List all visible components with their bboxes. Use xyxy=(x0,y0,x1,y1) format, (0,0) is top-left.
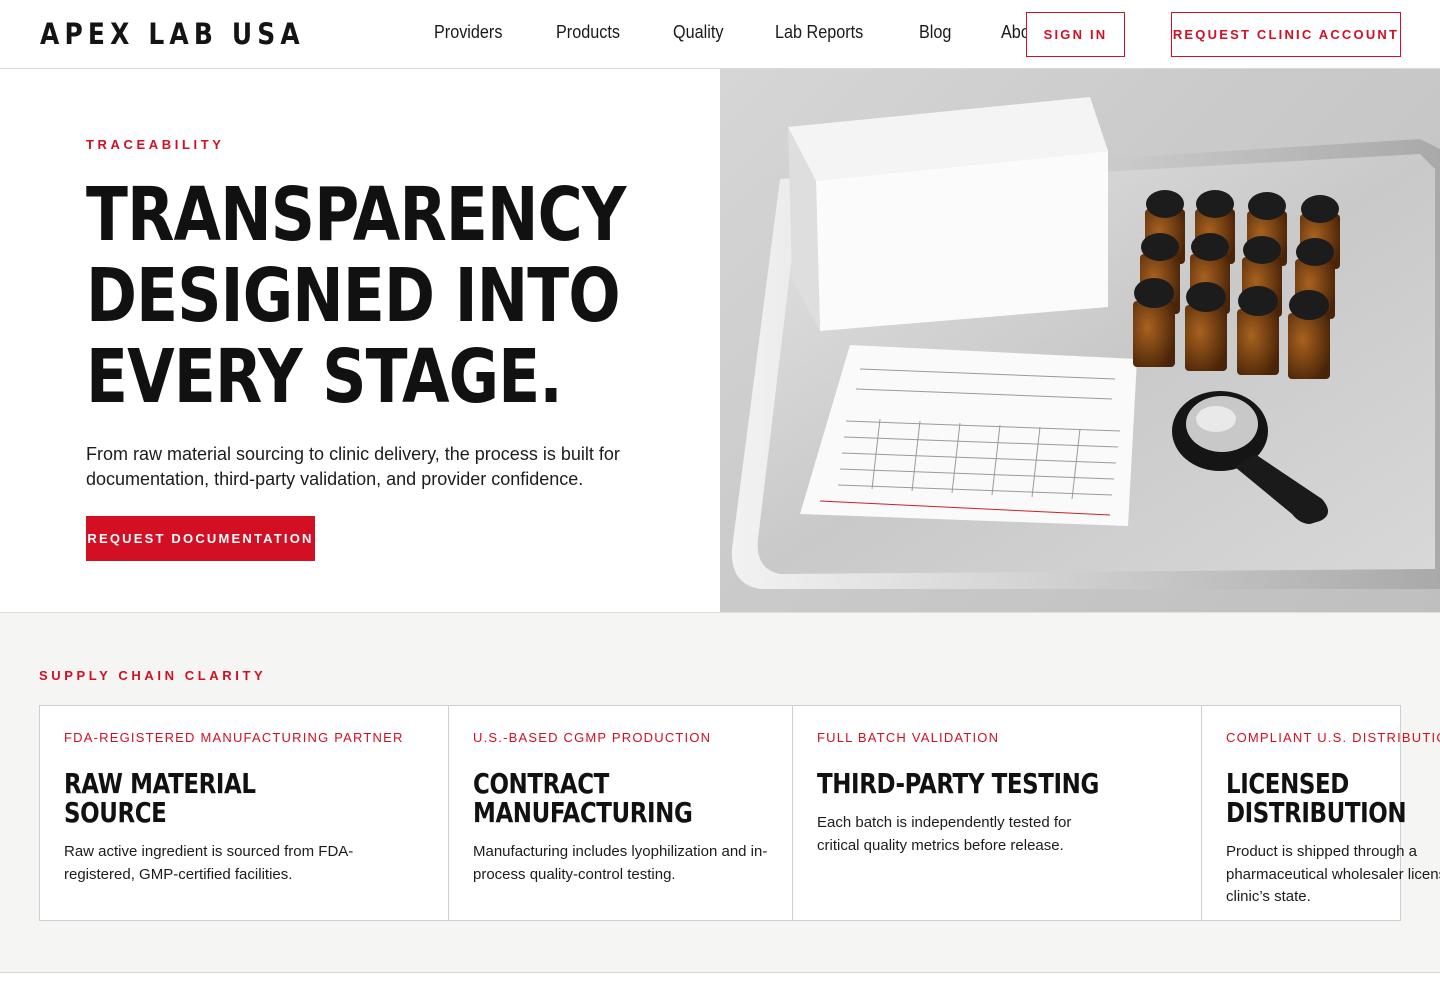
hero-eyebrow: TRACEABILITY xyxy=(86,137,225,152)
sign-in-button[interactable]: SIGN IN xyxy=(1026,12,1125,57)
hero-title-line-3: EVERY STAGE. xyxy=(86,334,563,420)
lab-tray-illustration xyxy=(731,97,1440,589)
card-title: THIRD-PARTY TESTING xyxy=(817,767,1099,800)
card-title: CONTRACT MANUFACTURING xyxy=(473,767,693,829)
card-raw-material-source: FDA-REGISTERED MANUFACTURING PARTNER RAW… xyxy=(40,706,449,920)
main-nav: Providers Products Quality Lab Reports B… xyxy=(434,22,1094,43)
supply-chain-eyebrow: SUPPLY CHAIN CLARITY xyxy=(39,668,267,683)
nav-lab-reports[interactable]: Lab Reports xyxy=(775,22,863,43)
card-tag: U.S.-BASED CGMP PRODUCTION xyxy=(473,730,712,745)
request-documentation-button[interactable]: REQUEST DOCUMENTATION xyxy=(86,516,315,561)
card-body: Manufacturing includes lyophilization an… xyxy=(473,843,768,883)
card-contract-manufacturing: U.S.-BASED CGMP PRODUCTION CONTRACT MANU… xyxy=(449,706,793,920)
nav-providers[interactable]: Providers xyxy=(434,22,502,43)
hero-title: TRANSPARENCY DESIGNED INTO EVERY STAGE. xyxy=(86,172,626,420)
card-body: Product is shipped through a pharmaceuti… xyxy=(1226,843,1440,905)
card-title: LICENSED DISTRIBUTION xyxy=(1226,767,1407,829)
hero-section: TRACEABILITY TRANSPARENCY DESIGNED INTO … xyxy=(0,69,720,612)
card-tag: FDA-REGISTERED MANUFACTURING PARTNER xyxy=(64,730,404,745)
logo[interactable]: APEX LAB USA xyxy=(40,17,305,51)
card-tag: COMPLIANT U.S. DISTRIBUTION xyxy=(1226,730,1440,745)
hero-subtitle: From raw material sourcing to clinic del… xyxy=(86,444,620,489)
card-third-party-testing: FULL BATCH VALIDATION THIRD-PARTY TESTIN… xyxy=(793,706,1202,920)
hero-title-line-2: DESIGNED INTO xyxy=(86,253,621,339)
card-body: Each batch is independently tested for c… xyxy=(817,814,1072,854)
card-body: Raw active ingredient is sourced from FD… xyxy=(64,843,354,883)
nav-products[interactable]: Products xyxy=(556,22,620,43)
card-tag: FULL BATCH VALIDATION xyxy=(817,730,1000,745)
card-title: RAW MATERIAL SOURCE xyxy=(64,767,256,829)
nav-blog[interactable]: Blog xyxy=(919,22,951,43)
nav-quality[interactable]: Quality xyxy=(673,22,723,43)
site-header: APEX LAB USA Providers Products Quality … xyxy=(0,0,1440,69)
hero-title-line-1: TRANSPARENCY xyxy=(86,172,626,258)
hero-image xyxy=(720,69,1440,612)
supply-chain-cards: FDA-REGISTERED MANUFACTURING PARTNER RAW… xyxy=(39,705,1440,921)
request-clinic-account-button[interactable]: REQUEST CLINIC ACCOUNT xyxy=(1171,12,1401,57)
supply-chain-section: SUPPLY CHAIN CLARITY FDA-REGISTERED MANU… xyxy=(0,612,1440,973)
card-licensed-distribution: COMPLIANT U.S. DISTRIBUTION LICENSED DIS… xyxy=(1202,706,1440,920)
